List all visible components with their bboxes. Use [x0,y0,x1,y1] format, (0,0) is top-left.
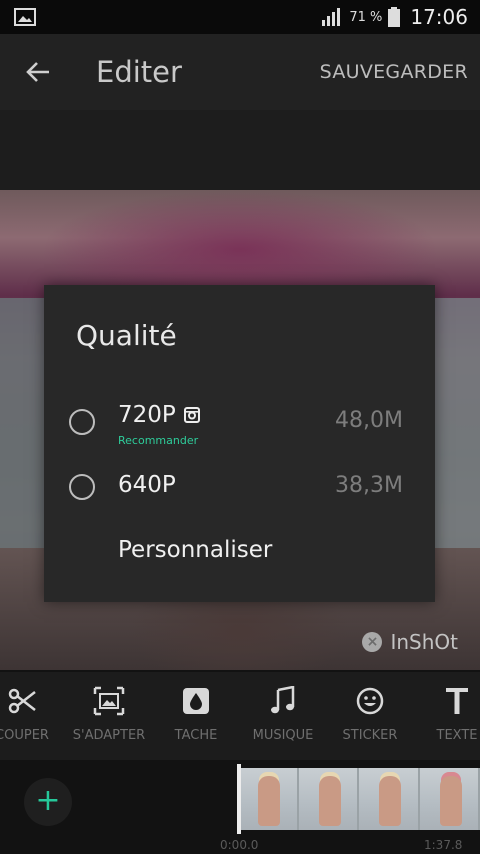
option-640p-label: 640P [118,472,176,498]
app-bar: Editer SAUVEGARDER [0,34,480,110]
status-bar: 71 % 17:06 [0,0,480,34]
option-720p-label: 720P [118,402,176,428]
quality-dialog: Qualité 720P Recommander 48,0M 640P 38,3… [44,285,435,602]
option-720p-size: 48,0M [335,408,403,433]
option-720p[interactable]: 720P Recommander 48,0M [44,390,435,450]
clip-frame [359,768,420,830]
option-720p-row: 720P [118,402,200,428]
preview-side-right [432,298,480,548]
watermark-text: InShOt [390,630,458,654]
back-button[interactable] [0,34,76,110]
signal-icon [322,8,341,26]
text-icon [446,688,468,714]
back-arrow-icon [26,62,49,82]
tool-tache[interactable]: TACHE [156,684,236,743]
clip-frame [419,768,480,830]
clip-frame [298,768,359,830]
clip-frame [238,768,299,830]
tool-sticker-label: STICKER [342,728,398,743]
preview-top-bar [0,110,480,190]
custom-quality-option[interactable]: Personnaliser [118,537,272,563]
battery-percent: 71 % [349,9,383,25]
radio-640p[interactable] [69,474,95,500]
tool-musique-label: MUSIQUE [252,728,314,743]
option-640p-size: 38,3M [335,473,403,498]
tool-couper-label: COUPER [0,728,49,743]
clock: 17:06 [410,5,468,29]
fit-frame-icon [93,686,125,716]
scissors-icon [8,688,36,714]
option-640p[interactable]: 640P 38,3M [44,455,435,515]
tool-musique[interactable]: MUSIQUE [243,684,323,743]
timeline-start-time: 0:00.0 [220,838,259,852]
timeline-end-time: 1:37.8 [424,838,463,852]
playhead[interactable] [237,764,241,834]
tool-sadapter-label: S'ADAPTER [72,728,146,743]
battery-icon [388,7,401,27]
tools-toolbar: COUPER S'ADAPTER TACHE MUSIQUE STICKER T… [0,672,480,760]
tool-couper[interactable]: COUPER [0,684,62,743]
timeline: + 0:00.0 1:37.8 [0,760,480,854]
instagram-icon [183,407,200,423]
recommended-label: Recommander [118,434,199,447]
drop-icon [183,688,209,714]
close-icon[interactable]: × [362,632,383,652]
add-clip-button[interactable]: + [24,778,72,826]
clip-thumbnail-strip[interactable] [238,768,480,830]
tool-sticker[interactable]: STICKER [330,684,410,743]
music-note-icon [271,686,295,714]
dialog-title: Qualité [76,319,177,352]
tool-texte-label: TEXTE [436,728,478,743]
tool-sadapter[interactable]: S'ADAPTER [69,684,149,743]
page-title: Editer [96,55,182,89]
radio-720p[interactable] [69,409,95,435]
watermark[interactable]: × InShOt [362,630,458,654]
smiley-icon [356,687,384,715]
preview-side-left [0,298,48,548]
tool-tache-label: TACHE [174,728,218,743]
save-button[interactable]: SAUVEGARDER [320,61,480,83]
gallery-icon [14,8,36,26]
tool-texte[interactable]: TEXTE [417,684,480,743]
